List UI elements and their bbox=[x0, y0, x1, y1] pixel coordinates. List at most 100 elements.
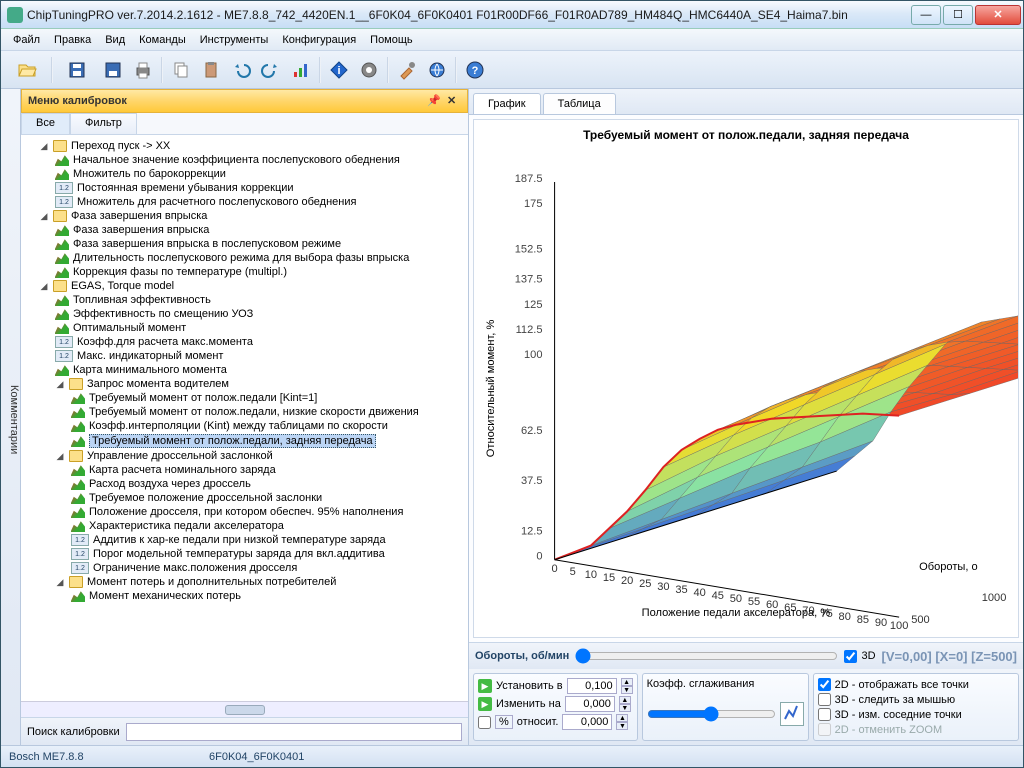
tab-all[interactable]: Все bbox=[21, 113, 70, 134]
pct-checkbox[interactable] bbox=[478, 716, 491, 729]
tree-item[interactable]: Характеристика педали акселератора bbox=[71, 519, 466, 533]
help-button[interactable]: ? bbox=[461, 56, 489, 84]
tree-label: Множитель для расчетного послепускового … bbox=[77, 196, 356, 208]
tree-item[interactable]: ◢Запрос момента водителем bbox=[55, 377, 466, 391]
apply-change-icon[interactable]: ▶ bbox=[478, 697, 492, 711]
search-input[interactable] bbox=[126, 723, 462, 741]
smooth-apply-button[interactable] bbox=[780, 702, 804, 726]
chg-up[interactable]: ▲ bbox=[619, 696, 631, 704]
menu-1[interactable]: Правка bbox=[48, 32, 97, 48]
smooth-slider[interactable] bbox=[647, 706, 776, 722]
change-value-input[interactable] bbox=[565, 696, 615, 712]
menu-2[interactable]: Вид bbox=[99, 32, 131, 48]
tree-item[interactable]: Требуемое положение дроссельной заслонки bbox=[71, 491, 466, 505]
maximize-button[interactable]: ☐ bbox=[943, 5, 973, 25]
print-button[interactable] bbox=[129, 56, 157, 84]
tree-item[interactable]: ◢EGAS, Torque model bbox=[39, 279, 466, 293]
comments-vtab[interactable]: Комментарии bbox=[1, 89, 21, 745]
menu-3[interactable]: Команды bbox=[133, 32, 192, 48]
tree-item[interactable]: Оптимальный момент bbox=[55, 321, 466, 335]
tree-item[interactable]: 1.2Постоянная времени убывания коррекции bbox=[55, 181, 466, 195]
settings-button[interactable] bbox=[355, 56, 383, 84]
pct-dn[interactable]: ▼ bbox=[616, 722, 628, 730]
expand-icon[interactable]: ◢ bbox=[39, 211, 49, 221]
tool2-button[interactable] bbox=[423, 56, 451, 84]
menu-5[interactable]: Конфигурация bbox=[276, 32, 362, 48]
info-button[interactable]: i bbox=[325, 56, 353, 84]
save-as-button[interactable] bbox=[99, 56, 127, 84]
set-value-input[interactable] bbox=[567, 678, 617, 694]
tree-item[interactable]: Множитель по барокоррекции bbox=[55, 167, 466, 181]
tree-item[interactable]: 1.2Ограничение макс.положения дросселя bbox=[71, 561, 466, 575]
tree-item[interactable]: Коррекция фазы по температуре (multipl.) bbox=[55, 265, 466, 279]
tree-item[interactable]: Коэфф.интерполяции (Kint) между таблицам… bbox=[71, 419, 466, 433]
tree-item[interactable]: Требуемый момент от полож.педали, низкие… bbox=[71, 405, 466, 419]
h-scrollbar[interactable] bbox=[21, 701, 468, 717]
set-dn[interactable]: ▼ bbox=[621, 686, 633, 694]
expand-icon[interactable]: ◢ bbox=[39, 141, 49, 151]
redo-button[interactable] bbox=[257, 56, 285, 84]
tree-item[interactable]: Карта расчета номинального заряда bbox=[71, 463, 466, 477]
display-option-0[interactable]: 2D - отображать все точки bbox=[818, 678, 1014, 691]
panel-close-icon[interactable]: ✕ bbox=[447, 94, 461, 108]
tree-item[interactable]: Фаза завершения впрыска в послепусковом … bbox=[55, 237, 466, 251]
tree-item[interactable]: ◢Переход пуск -> XX bbox=[39, 139, 466, 153]
display-option-2[interactable]: 3D - изм. соседние точки bbox=[818, 708, 1014, 721]
chg-dn[interactable]: ▼ bbox=[619, 704, 631, 712]
tree-item[interactable]: Положение дросселя, при котором обеспеч.… bbox=[71, 505, 466, 519]
display-option-1[interactable]: 3D - следить за мышью bbox=[818, 693, 1014, 706]
tree-item[interactable]: Карта минимального момента bbox=[55, 363, 466, 377]
rpm-slider[interactable] bbox=[575, 647, 838, 665]
expand-icon[interactable]: ◢ bbox=[55, 577, 65, 587]
menu-4[interactable]: Инструменты bbox=[194, 32, 275, 48]
svg-text:50: 50 bbox=[730, 593, 742, 605]
tree-item[interactable]: Длительность послепускового режима для в… bbox=[55, 251, 466, 265]
tree-item[interactable]: Фаза завершения впрыска bbox=[55, 223, 466, 237]
svg-text:85: 85 bbox=[857, 614, 869, 626]
3d-checkbox[interactable]: 3D bbox=[844, 650, 875, 663]
tree-label: Оптимальный момент bbox=[73, 322, 186, 334]
left-panel: Меню калибровок 📌 ✕ Все Фильтр ◢Переход … bbox=[21, 89, 469, 745]
tree-item[interactable]: ◢Момент потерь и дополнительных потребит… bbox=[55, 575, 466, 589]
tree-item[interactable]: ◢Управление дроссельной заслонкой bbox=[55, 449, 466, 463]
open-button[interactable] bbox=[7, 56, 47, 84]
pin-icon[interactable]: 📌 bbox=[427, 94, 441, 108]
paste-button[interactable] bbox=[197, 56, 225, 84]
tree-item[interactable]: 1.2Аддитив к хар-ке педали при низкой те… bbox=[71, 533, 466, 547]
tree-label: Ограничение макс.положения дросселя bbox=[93, 562, 297, 574]
menu-0[interactable]: Файл bbox=[7, 32, 46, 48]
tree-item[interactable]: Топливная эффективность bbox=[55, 293, 466, 307]
tree-item[interactable]: 1.2Коэфф.для расчета макс.момента bbox=[55, 335, 466, 349]
tree-item[interactable]: 1.2Макс. индикаторный момент bbox=[55, 349, 466, 363]
tree-item[interactable]: ◢Фаза завершения впрыска bbox=[39, 209, 466, 223]
expand-icon[interactable]: ◢ bbox=[55, 451, 65, 461]
tab-table[interactable]: Таблица bbox=[543, 93, 616, 114]
expand-icon[interactable]: ◢ bbox=[39, 281, 49, 291]
calibration-tree[interactable]: ◢Переход пуск -> XXНачальное значение ко… bbox=[21, 135, 468, 701]
pct-up[interactable]: ▲ bbox=[616, 714, 628, 722]
undo-button[interactable] bbox=[227, 56, 255, 84]
set-up[interactable]: ▲ bbox=[621, 678, 633, 686]
tool1-button[interactable] bbox=[393, 56, 421, 84]
menu-6[interactable]: Помощь bbox=[364, 32, 419, 48]
tab-filter[interactable]: Фильтр bbox=[70, 113, 137, 134]
apply-set-icon[interactable]: ▶ bbox=[478, 679, 492, 693]
chart-button[interactable] bbox=[287, 56, 315, 84]
tree-item[interactable]: Требуемый момент от полож.педали, задняя… bbox=[71, 433, 466, 449]
save-button[interactable] bbox=[57, 56, 97, 84]
tree-item[interactable]: Требуемый момент от полож.педали [Kint=1… bbox=[71, 391, 466, 405]
tree-item[interactable]: 1.2Множитель для расчетного послепусково… bbox=[55, 195, 466, 209]
pct-value-input[interactable] bbox=[562, 714, 612, 730]
tree-item[interactable]: Расход воздуха через дроссель bbox=[71, 477, 466, 491]
chart-area[interactable]: 012.537.562.5100112.5125137.5152.5175187… bbox=[474, 150, 1018, 637]
tree-item[interactable]: Эффективность по смещению УОЗ bbox=[55, 307, 466, 321]
close-button[interactable]: ✕ bbox=[975, 5, 1021, 25]
tree-item[interactable]: 1.2Порог модельной температуры заряда дл… bbox=[71, 547, 466, 561]
tree-item[interactable]: Начальное значение коэффициента послепус… bbox=[55, 153, 466, 167]
expand-icon[interactable]: ◢ bbox=[55, 379, 65, 389]
display-options-group: 2D - отображать все точки 3D - следить за… bbox=[813, 673, 1019, 741]
tree-item[interactable]: Момент механических потерь bbox=[71, 589, 466, 603]
minimize-button[interactable]: — bbox=[911, 5, 941, 25]
copy-button[interactable] bbox=[167, 56, 195, 84]
tab-graph[interactable]: График bbox=[473, 93, 541, 114]
